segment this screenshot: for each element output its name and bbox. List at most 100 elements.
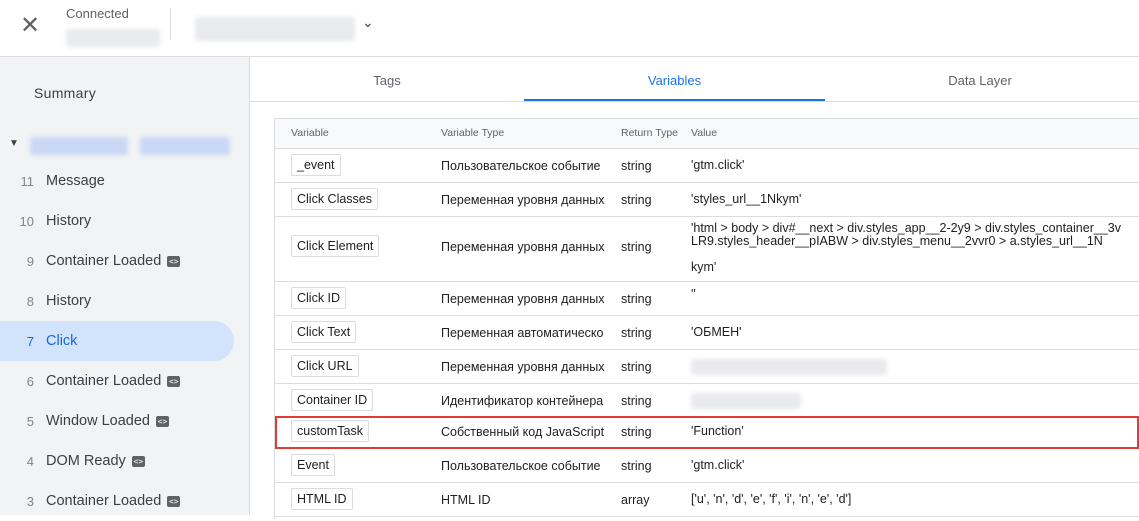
top-bar: ✕ Connected ⌄ <box>0 0 1139 57</box>
variable-name-chip[interactable]: Click ID <box>291 287 347 309</box>
variable-type: Идентификатор контейнера <box>441 394 604 408</box>
variables-table: Variable Variable Type Return Type Value… <box>274 118 1139 519</box>
variable-name-chip[interactable]: Container ID <box>291 389 374 411</box>
column-header-return-type: Return Type <box>621 127 679 139</box>
variable-name-chip[interactable]: Click Classes <box>291 188 379 210</box>
table-row: Click URL Переменная уровня данных strin… <box>275 350 1139 384</box>
variable-type: Пользовательское событие <box>441 159 601 173</box>
variable-type: Переменная уровня данных <box>441 240 605 254</box>
variable-name-chip[interactable]: customTask <box>291 420 369 442</box>
event-name: DOM Ready <box>46 453 126 469</box>
column-header-variable: Variable <box>291 127 329 139</box>
return-type: string <box>621 394 652 408</box>
tag-fired-icon: <> <box>167 375 181 387</box>
event-number: 3 <box>26 493 34 509</box>
return-type: array <box>621 493 650 507</box>
close-icon[interactable]: ✕ <box>18 14 42 38</box>
variable-value-continuation: kym' <box>691 260 717 274</box>
tab-tags[interactable]: Tags <box>250 57 524 101</box>
event-item-container-loaded[interactable]: 9 Container Loaded <> <box>0 241 234 281</box>
event-name: Container Loaded <box>46 253 162 269</box>
return-type: string <box>621 425 652 439</box>
variable-type: Переменная уровня данных <box>441 193 605 207</box>
column-header-variable-type: Variable Type <box>441 127 505 139</box>
event-number: 9 <box>26 253 34 269</box>
table-row: Container ID Идентификатор контейнера st… <box>275 384 1139 418</box>
tag-fired-icon: <> <box>167 255 181 267</box>
variable-name-chip[interactable]: Click URL <box>291 355 359 377</box>
variable-value: 'styles_url__1Nkym' <box>691 192 802 206</box>
event-name: History <box>46 213 92 229</box>
event-number: 4 <box>26 453 34 469</box>
variable-type: Переменная уровня данных <box>441 292 605 306</box>
event-number: 11 <box>20 173 35 189</box>
event-number: 6 <box>26 373 34 389</box>
event-item-container-loaded[interactable]: 3 Container Loaded <> <box>0 481 234 521</box>
event-item-container-loaded[interactable]: 6 Container Loaded <> <box>0 361 234 401</box>
variable-name-chip[interactable]: Click Element <box>291 235 380 257</box>
tab-bar: Tags Variables Data Layer <box>250 57 1139 102</box>
return-type: string <box>621 360 652 374</box>
variable-type: Собственный код JavaScript <box>441 425 605 439</box>
table-row: Click ID Переменная уровня данных string… <box>275 282 1139 316</box>
event-name: Message <box>46 173 105 189</box>
tag-fired-icon: <> <box>167 495 181 507</box>
return-type: string <box>621 159 652 173</box>
tab-data-layer[interactable]: Data Layer <box>825 57 1135 101</box>
table-row: Event Пользовательское событие string 'g… <box>275 449 1139 483</box>
variable-name-chip[interactable]: Event <box>291 454 335 476</box>
event-name: Container Loaded <box>46 493 162 509</box>
variable-value: 'html > body > div#__next > div.styles_a… <box>691 221 1121 248</box>
variable-type: Переменная автоматическо <box>441 326 604 340</box>
table-header: Variable Variable Type Return Type Value <box>275 119 1139 149</box>
redacted-domain <box>66 29 160 47</box>
event-sidebar: Summary ▼ 11 Message 10 History 9 Contai… <box>0 57 250 515</box>
variable-type: HTML ID <box>441 493 491 507</box>
variable-type: Переменная уровня данных <box>441 360 605 374</box>
event-item-click[interactable]: 7 Click <box>0 321 234 361</box>
table-row: HTML ID HTML ID array ['u', 'n', 'd', 'e… <box>275 483 1139 517</box>
chevron-down-icon[interactable]: ⌄ <box>362 14 374 31</box>
return-type: string <box>621 292 652 306</box>
column-header-value: Value <box>691 127 718 139</box>
table-row: _event Пользовательское событие string '… <box>275 149 1139 183</box>
event-number: 5 <box>26 413 34 429</box>
container-group-header[interactable]: ▼ <box>0 133 249 157</box>
event-number: 8 <box>26 293 34 309</box>
tag-fired-icon: <> <box>131 455 145 467</box>
event-number: 7 <box>26 333 34 349</box>
event-item-message[interactable]: 11 Message <box>0 161 234 201</box>
return-type: string <box>621 459 652 473</box>
redacted-container-name <box>30 137 128 155</box>
event-item-history[interactable]: 10 History <box>0 201 234 241</box>
event-item-history[interactable]: 8 History <box>0 281 234 321</box>
event-name: Container Loaded <box>46 373 162 389</box>
variable-value: 'gtm.click' <box>691 458 745 472</box>
tag-fired-icon: <> <box>156 415 169 427</box>
variable-name-chip[interactable]: HTML ID <box>291 488 353 510</box>
variable-type: Пользовательское событие <box>441 459 601 473</box>
variable-name-chip[interactable]: _event <box>291 154 341 176</box>
return-type: string <box>621 193 652 207</box>
redacted-value <box>691 393 801 409</box>
variable-value: 'Function' <box>691 424 744 438</box>
variable-value: 'gtm.click' <box>691 158 745 172</box>
return-type: string <box>621 326 652 340</box>
variable-value: ['u', 'n', 'd', 'e', 'f', 'i', 'n', 'e',… <box>691 492 852 506</box>
event-item-dom-ready[interactable]: 4 DOM Ready <> <box>0 441 234 481</box>
connection-status: Connected <box>66 6 129 21</box>
return-type: string <box>621 240 652 254</box>
redacted-container-selector[interactable] <box>195 17 355 41</box>
divider <box>170 8 171 40</box>
variable-name-chip[interactable]: Click Text <box>291 321 357 343</box>
event-name: Click <box>46 333 78 349</box>
table-row: Click Classes Переменная уровня данных s… <box>275 183 1139 217</box>
caret-down-icon[interactable]: ▼ <box>9 138 19 149</box>
tab-variables[interactable]: Variables <box>524 57 825 101</box>
table-row: Click Text Переменная автоматическо stri… <box>275 316 1139 350</box>
summary-link[interactable]: Summary <box>34 85 96 101</box>
event-name: History <box>46 293 92 309</box>
variable-value: 'ОБМЕН' <box>691 325 742 339</box>
variable-value: '' <box>691 287 696 301</box>
event-item-window-loaded[interactable]: 5 Window Loaded <> <box>0 401 234 441</box>
